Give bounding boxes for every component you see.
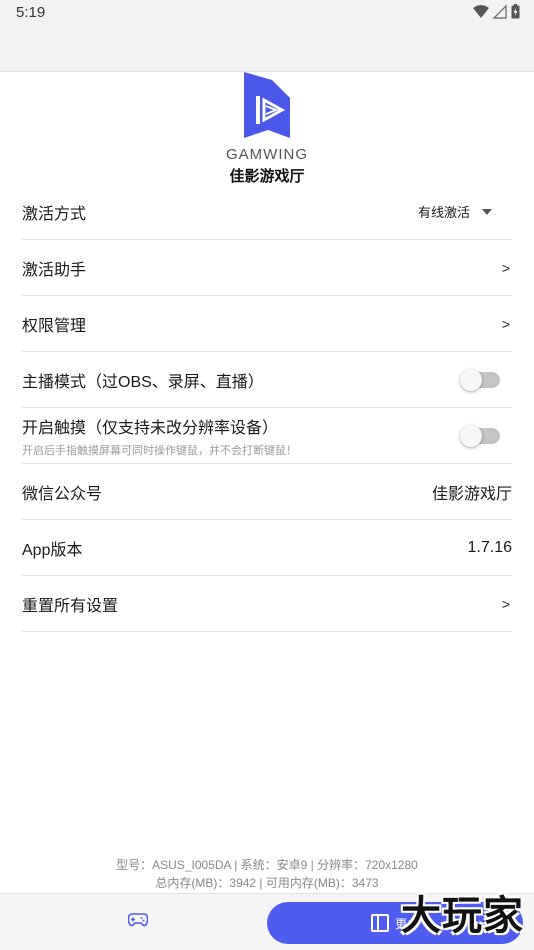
reset-all-row[interactable]: 重置所有设置 > [22,576,512,632]
app-version-row: App版本 1.7.16 [22,520,512,576]
wechat-value: 佳影游戏厅 [431,485,512,503]
status-icons [473,3,520,24]
battery-icon [511,4,520,24]
app-version-value: 1.7.16 [467,538,512,556]
brand-wordmark: GAMWING [226,146,308,163]
activation-mode-value: 有线激活 [417,205,470,220]
wifi-icon [473,4,489,24]
activation-mode-dropdown[interactable]: 有线激活 [418,202,492,221]
chevron-right-icon: > [501,259,510,276]
settings-list: 激活方式 有线激活 激活助手 > 权限管理 > 主播模式（过OBS、录屏、直播）… [22,184,512,632]
streamer-mode-row: 主播模式（过OBS、录屏、直播） [22,352,512,408]
chevron-right-icon: > [501,595,510,612]
activation-helper-row[interactable]: 激活助手 > [22,240,512,296]
touch-mode-label: 开启触摸（仅支持未改分辨率设备） [22,419,279,437]
signal-icon [492,3,507,24]
streamer-mode-label: 主播模式（过OBS、录屏、直播） [22,373,264,391]
app-logo: GAMWING 佳影游戏厅 [0,72,534,190]
chevron-right-icon: > [501,315,510,332]
toggle-knob [460,368,482,391]
wechat-row: 微信公众号 佳影游戏厅 [22,464,512,520]
touch-mode-toggle[interactable] [460,424,500,447]
status-time: 5:19 [16,4,46,21]
touch-mode-sublabel: 开启后手指触摸屏幕可同时操作键鼠，并不会打断键鼠！ [22,444,297,457]
more-icon [370,914,389,932]
wechat-label: 微信公众号 [22,485,103,503]
app-name: 佳影游戏厅 [229,168,305,185]
watermark-logo: 大玩家 [401,892,524,939]
permission-manage-row[interactable]: 权限管理 > [22,296,512,352]
touch-mode-row: 开启触摸（仅支持未改分辨率设备） 开启后手指触摸屏幕可同时操作键鼠，并不会打断键… [22,408,512,464]
gamepad-icon[interactable] [127,913,149,932]
app-version-label: App版本 [22,541,83,559]
reset-all-label: 重置所有设置 [22,597,119,615]
touch-mode-text: 开启触摸（仅支持未改分辨率设备） 开启后手指触摸屏幕可同时操作键鼠，并不会打断键… [22,414,297,458]
toggle-knob [460,424,482,447]
device-info-line1: 型号：ASUS_I005DA | 系统：安卓9 | 分辨率：720x1280 [116,858,418,872]
activation-mode-label: 激活方式 [22,205,87,223]
activation-helper-label: 激活助手 [22,261,87,279]
streamer-mode-toggle[interactable] [460,368,500,391]
chevron-down-icon [482,208,492,215]
status-bar: 5:19 [0,0,534,72]
activation-mode-row[interactable]: 激活方式 有线激活 [22,184,512,240]
permission-manage-label: 权限管理 [22,317,87,335]
gamwing-logo-icon [244,72,290,138]
